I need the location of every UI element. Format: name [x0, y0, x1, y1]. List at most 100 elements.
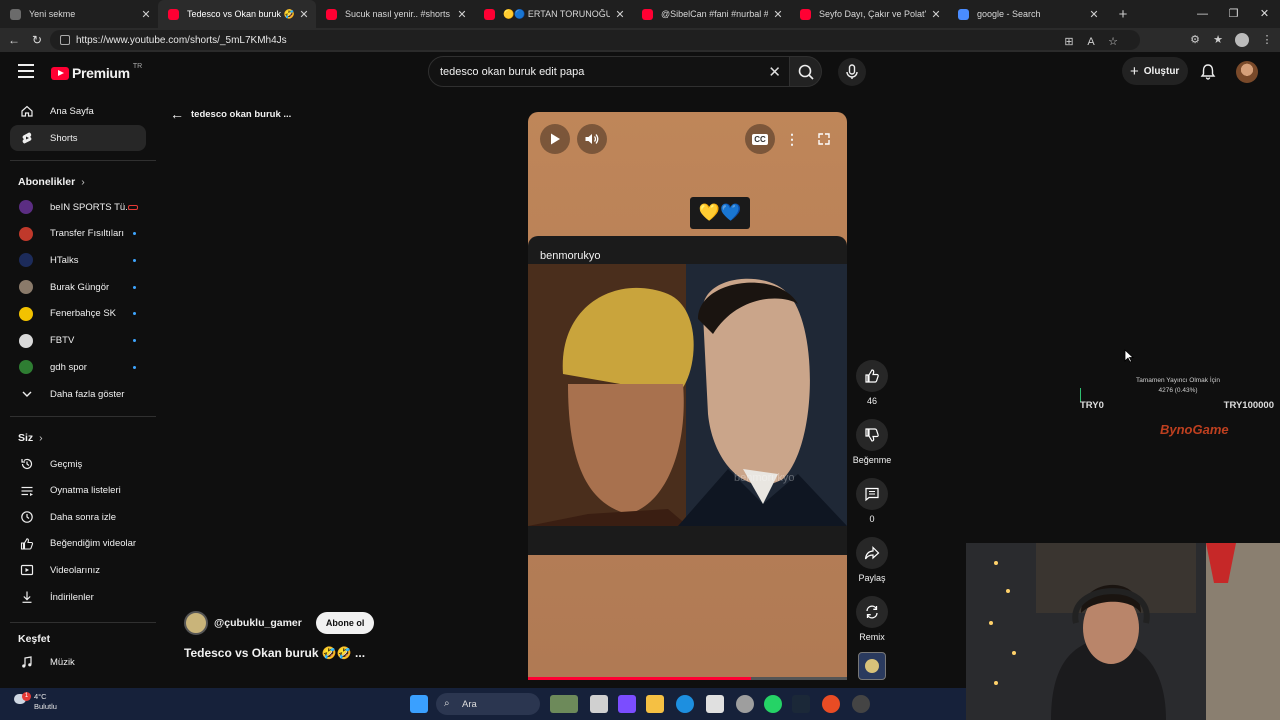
browser-tab[interactable]: google - Search ✕ — [948, 0, 1106, 28]
show-more-button[interactable]: Daha fazla göster — [10, 381, 146, 407]
comments-button[interactable]: 0 — [850, 478, 894, 524]
you-heading[interactable]: Siz › — [18, 432, 43, 444]
search-input[interactable]: tedesco okan buruk edit papa ✕ — [428, 56, 790, 87]
widgets-icon[interactable] — [550, 695, 578, 713]
close-tab-icon[interactable]: ✕ — [930, 8, 942, 21]
sidebar-item-subscription[interactable]: beIN SPORTS Tü... — [10, 194, 146, 220]
close-tab-icon[interactable]: ✕ — [140, 8, 152, 21]
install-icon[interactable]: ⊞ — [1058, 30, 1080, 54]
task-view-icon[interactable] — [590, 695, 608, 713]
hearts-text: 💛💙 — [698, 203, 742, 222]
divider — [10, 622, 156, 623]
more-options-button[interactable]: ⋮ — [777, 124, 807, 154]
close-tab-icon[interactable]: ✕ — [298, 8, 310, 21]
close-tab-icon[interactable]: ✕ — [1088, 8, 1100, 21]
taskbar-search[interactable]: ⌕ Ara — [436, 693, 540, 715]
obs-icon[interactable] — [822, 695, 840, 713]
favorites-icon[interactable]: ★ — [1207, 28, 1229, 52]
url-field[interactable]: https://www.youtube.com/shorts/_5mL7KMh4… — [50, 30, 1140, 50]
star-icon[interactable]: ☆ — [1102, 30, 1124, 54]
weather-widget[interactable]: 1 4°C Bulutlu — [12, 692, 57, 712]
sidebar-item-label: Ana Sayfa — [50, 105, 94, 117]
close-tab-icon[interactable]: ✕ — [456, 8, 468, 21]
read-icon[interactable]: A — [1080, 30, 1102, 54]
video-title[interactable]: Tedesco vs Okan buruk 🤣🤣 ... — [184, 646, 365, 660]
edge-icon[interactable] — [676, 695, 694, 713]
hamburger-icon[interactable] — [18, 64, 34, 78]
dislike-button[interactable]: Beğenme — [850, 419, 894, 465]
close-tab-icon[interactable]: ✕ — [772, 8, 784, 21]
subscriptions-heading[interactable]: Abonelikler › — [18, 176, 85, 188]
maximize-icon[interactable]: ❐ — [1218, 0, 1249, 28]
close-window-icon[interactable]: ✕ — [1249, 0, 1280, 28]
new-tab-button[interactable]: + — [1112, 6, 1134, 23]
sidebar-item-music[interactable]: Müzik — [10, 649, 146, 675]
tab-favicon-icon — [484, 8, 495, 20]
channel-avatar[interactable] — [184, 611, 208, 635]
volume-icon — [585, 134, 599, 144]
shorts-player[interactable]: CC ⋮ 💛💙 benmorukyo benmorukyo — [528, 112, 847, 680]
back-to-results[interactable]: ← tedesco okan buruk ... — [170, 106, 291, 122]
play-button[interactable] — [540, 124, 570, 154]
search-button[interactable] — [790, 56, 822, 87]
captions-button[interactable]: CC — [745, 124, 775, 154]
sidebar-item-history[interactable]: Geçmiş — [10, 451, 146, 477]
sidebar-item-subscription[interactable]: FBTV — [10, 328, 146, 354]
sidebar-item-subscription[interactable]: Burak Güngör — [10, 274, 146, 300]
sidebar-item-playlist[interactable]: Oynatma listeleri — [10, 478, 146, 504]
volume-button[interactable] — [577, 124, 607, 154]
sidebar-item-subscription[interactable]: gdh spor — [10, 354, 146, 380]
app-icon[interactable] — [852, 695, 870, 713]
sidebar-item-subscription[interactable]: Transfer Fısıltıları — [10, 221, 146, 247]
back-icon[interactable]: ← — [2, 33, 26, 47]
channel-name[interactable]: @çubuklu_gamer — [214, 617, 302, 629]
sidebar-item-like[interactable]: Beğendiğim videolar — [10, 531, 146, 557]
youtube-logo[interactable]: Premium TR — [51, 63, 142, 81]
sidebar-item-label: Fenerbahçe SK — [50, 308, 117, 320]
sidebar-item-label: Oynatma listeleri — [50, 485, 121, 497]
store-icon[interactable] — [706, 695, 724, 713]
profile-icon[interactable] — [1231, 28, 1253, 52]
windows-start-icon[interactable] — [410, 695, 428, 713]
sidebar-item-download[interactable]: İndirilenler — [10, 584, 146, 610]
progress-bar[interactable] — [528, 677, 847, 680]
close-tab-icon[interactable]: ✕ — [614, 8, 626, 21]
reload-icon[interactable]: ↻ — [25, 33, 49, 47]
create-button[interactable]: + Oluştur — [1122, 57, 1188, 85]
sidebar-item-home[interactable]: Ana Sayfa — [10, 98, 146, 124]
weather-temp: 4°C — [34, 692, 47, 701]
copilot-icon[interactable] — [618, 695, 636, 713]
new-content-indicator — [133, 285, 136, 289]
minimize-icon[interactable]: — — [1187, 0, 1218, 28]
clear-icon[interactable]: ✕ — [768, 63, 781, 81]
browser-tab[interactable]: Tedesco vs Okan buruk 🤣🤣 ... ✕ — [158, 0, 316, 28]
avatar[interactable] — [1236, 61, 1258, 83]
bell-icon[interactable] — [1198, 62, 1218, 82]
fullscreen-button[interactable] — [809, 124, 839, 154]
voice-search-button[interactable] — [838, 58, 866, 86]
share-button[interactable]: Paylaş — [850, 537, 894, 583]
sidebar-item-shorts[interactable]: Shorts — [10, 125, 146, 151]
sidebar-item-subscription[interactable]: HTalks — [10, 247, 146, 273]
extensions-icon[interactable]: ⚙ — [1184, 28, 1206, 52]
file-explorer-icon[interactable] — [646, 695, 664, 713]
like-button[interactable]: 46 — [850, 360, 894, 406]
whatsapp-icon[interactable] — [764, 695, 782, 713]
steam-icon[interactable] — [792, 695, 810, 713]
sidebar-item-clock[interactable]: Daha sonra izle — [10, 504, 146, 530]
browser-tab[interactable]: @SibelCan #fani #nurbal #cover # ✕ — [632, 0, 790, 28]
browser-tab[interactable]: Sucuk nasıl yenir.. #shorts - YouTu ✕ — [316, 0, 474, 28]
tab-favicon-icon — [800, 8, 811, 20]
browser-tab[interactable]: 🟡🔵 ERTAN TORUNOĞULLARI'N ✕ — [474, 0, 632, 28]
sidebar-item-video[interactable]: Videolarınız — [10, 557, 146, 583]
browser-tab[interactable]: Seyfo Dayı, Çakır ve Polat'a Alemi ✕ — [790, 0, 948, 28]
subscribe-button[interactable]: Abone ol — [315, 612, 375, 634]
remix-button[interactable]: Remix — [850, 596, 894, 642]
sidebar-item-label: FBTV — [50, 335, 75, 346]
sound-thumbnail[interactable] — [850, 652, 894, 680]
menu-icon[interactable]: ⋮ — [1256, 28, 1278, 52]
sidebar-item-subscription[interactable]: Fenerbahçe SK — [10, 301, 146, 327]
settings-icon[interactable] — [736, 695, 754, 713]
search-icon: ⌕ — [444, 698, 450, 709]
browser-tab[interactable]: Yeni sekme ✕ — [0, 0, 158, 28]
